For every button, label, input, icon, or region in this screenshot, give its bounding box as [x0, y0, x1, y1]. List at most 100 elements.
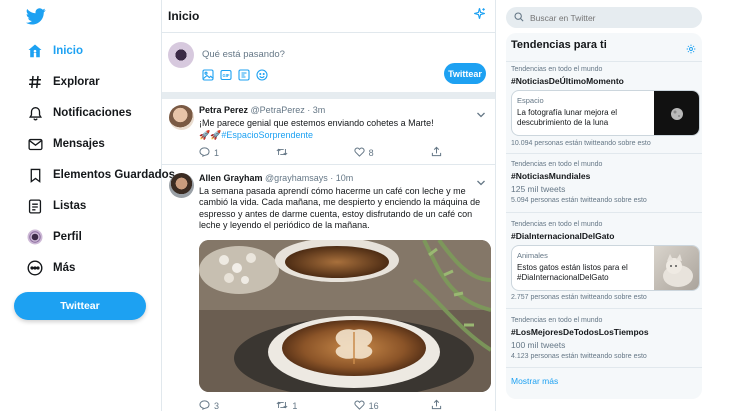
tweet-time[interactable]: 10m — [336, 173, 354, 183]
tweet-header: Petra Perez @PetraPerez · 3m — [199, 105, 325, 115]
trend-hashtag[interactable]: #DiaInternacionalDelGato — [511, 231, 614, 241]
nav-label: Explorar — [53, 76, 100, 88]
share-icon — [431, 146, 442, 159]
left-nav: Inicio Explorar Notificaciones Mensajes … — [0, 0, 175, 411]
trend-context: Tendencias en todo el mundo — [511, 66, 603, 73]
reply-count: 1 — [214, 147, 220, 158]
gif-icon[interactable]: GIF — [220, 69, 232, 81]
nav-label: Inicio — [53, 45, 84, 57]
hashtag-link[interactable]: #EspacioSorprendente — [221, 130, 313, 140]
reply-icon — [199, 399, 210, 411]
bell-icon — [26, 104, 44, 122]
post-tweet-button[interactable]: Twittear — [444, 63, 486, 84]
avatar-icon — [26, 228, 44, 246]
search-input[interactable] — [530, 12, 690, 23]
author-name[interactable]: Allen Grayham — [199, 173, 263, 183]
divider — [506, 153, 702, 154]
heart-icon — [354, 400, 365, 411]
card-headline: La fotografía lunar mejora el descubrimi… — [517, 108, 618, 127]
share-icon — [431, 399, 442, 411]
reply-button[interactable]: 1 — [199, 146, 259, 159]
nav-label: Notificaciones — [53, 107, 132, 119]
trend-count: 4.123 personas están twitteando sobre es… — [511, 353, 647, 360]
home-icon — [26, 42, 44, 60]
avatar — [168, 42, 194, 68]
show-more-link[interactable]: Mostrar más — [511, 376, 558, 386]
list-icon — [26, 197, 44, 215]
share-button[interactable] — [431, 399, 445, 411]
chevron-down-icon[interactable] — [476, 174, 486, 186]
author-handle[interactable]: @PetraPerez — [251, 105, 305, 115]
like-button[interactable]: 8 — [354, 146, 414, 159]
emoji-icon[interactable] — [256, 69, 268, 81]
share-button[interactable] — [431, 146, 445, 159]
divider — [506, 61, 702, 62]
nav-item-elementos-guardados[interactable]: Elementos Guardados — [26, 164, 175, 186]
nav-item-mensajes[interactable]: Mensajes — [26, 133, 105, 155]
trend-news-card[interactable]: Espacio La fotografía lunar mejora el de… — [511, 90, 700, 136]
nav-label: Perfil — [53, 231, 82, 243]
trend-context: Tendencias en todo el mundo — [511, 221, 603, 228]
right-sidebar: Tendencias para ti Tendencias en todo el… — [496, 0, 730, 411]
trends-title: Tendencias para ti — [511, 39, 607, 51]
composer-divider — [162, 92, 495, 99]
trend-count: 10.094 personas están twitteando sobre e… — [511, 140, 651, 147]
trend-hashtag[interactable]: #LosMejoresDeTodosLosTiempos — [511, 327, 649, 337]
moon-thumbnail — [654, 91, 699, 135]
like-button[interactable]: 16 — [354, 399, 414, 411]
nav-item-perfil[interactable]: Perfil — [26, 226, 82, 248]
separator: · — [330, 173, 334, 183]
latte-photo[interactable] — [199, 240, 491, 392]
retweet-button[interactable]: 1 — [276, 399, 336, 411]
tweet-button[interactable]: Twittear — [14, 292, 146, 320]
nav-label: Elementos Guardados — [53, 169, 176, 181]
divider — [506, 367, 702, 368]
reply-count: 3 — [214, 400, 220, 411]
image-icon[interactable] — [202, 69, 214, 81]
reply-icon — [199, 146, 210, 159]
chevron-down-icon[interactable] — [476, 106, 486, 118]
composer-toolbar: GIF — [202, 69, 268, 81]
divider — [506, 212, 702, 213]
gear-icon[interactable] — [686, 41, 696, 59]
search-icon — [514, 9, 524, 27]
nav-label: Más — [53, 262, 76, 274]
tweet[interactable]: Allen Grayham @grayhamsays · 10m La sema… — [162, 166, 495, 411]
reply-button[interactable]: 3 — [199, 399, 259, 411]
more-icon — [26, 259, 44, 277]
nav-item-listas[interactable]: Listas — [26, 195, 86, 217]
bookmark-icon — [26, 166, 44, 184]
sparkle-icon[interactable] — [473, 7, 486, 25]
trend-context: Tendencias en todo el mundo — [511, 317, 603, 324]
author-name[interactable]: Petra Perez — [199, 105, 248, 115]
twitter-logo-icon[interactable] — [25, 8, 46, 30]
trend-news-card[interactable]: Animales Estos gatos están listos para e… — [511, 245, 700, 291]
search-box[interactable] — [506, 7, 702, 28]
card-category: Animales — [517, 251, 548, 260]
trend-count: 5.094 personas están twitteando sobre es… — [511, 197, 647, 204]
avatar[interactable] — [169, 173, 194, 198]
nav-item-inicio[interactable]: Inicio — [26, 40, 83, 62]
poll-icon[interactable] — [238, 69, 250, 81]
nav-item-mas[interactable]: Más — [26, 257, 75, 279]
trend-tweet-count: 100 mil tweets — [511, 340, 566, 350]
composer-input[interactable]: Qué está pasando? — [202, 49, 285, 60]
card-category: Espacio — [517, 96, 544, 105]
hashtag-icon — [26, 73, 44, 91]
trend-tweet-count: 125 mil tweets — [511, 184, 566, 194]
nav-item-explorar[interactable]: Explorar — [26, 71, 100, 93]
trend-hashtag[interactable]: #NoticiasMundiales — [511, 171, 590, 181]
avatar[interactable] — [169, 105, 194, 130]
retweet-icon — [276, 400, 288, 411]
tweet-actions: 1 8 — [199, 146, 445, 159]
trend-context: Tendencias en todo el mundo — [511, 161, 603, 168]
retweet-count: 1 — [292, 400, 298, 411]
author-handle[interactable]: @grayhamsays — [265, 173, 328, 183]
retweet-button[interactable] — [276, 146, 336, 159]
tweet[interactable]: Petra Perez @PetraPerez · 3m ¡Me parece … — [162, 99, 495, 165]
nav-label: Listas — [53, 200, 87, 212]
tweet-time[interactable]: 3m — [313, 105, 326, 115]
nav-item-notificaciones[interactable]: Notificaciones — [26, 102, 132, 124]
trend-hashtag[interactable]: #NoticiasDeÚltimoMomento — [511, 76, 624, 86]
tweet-composer: Qué está pasando? GIF Twittear — [162, 33, 495, 92]
